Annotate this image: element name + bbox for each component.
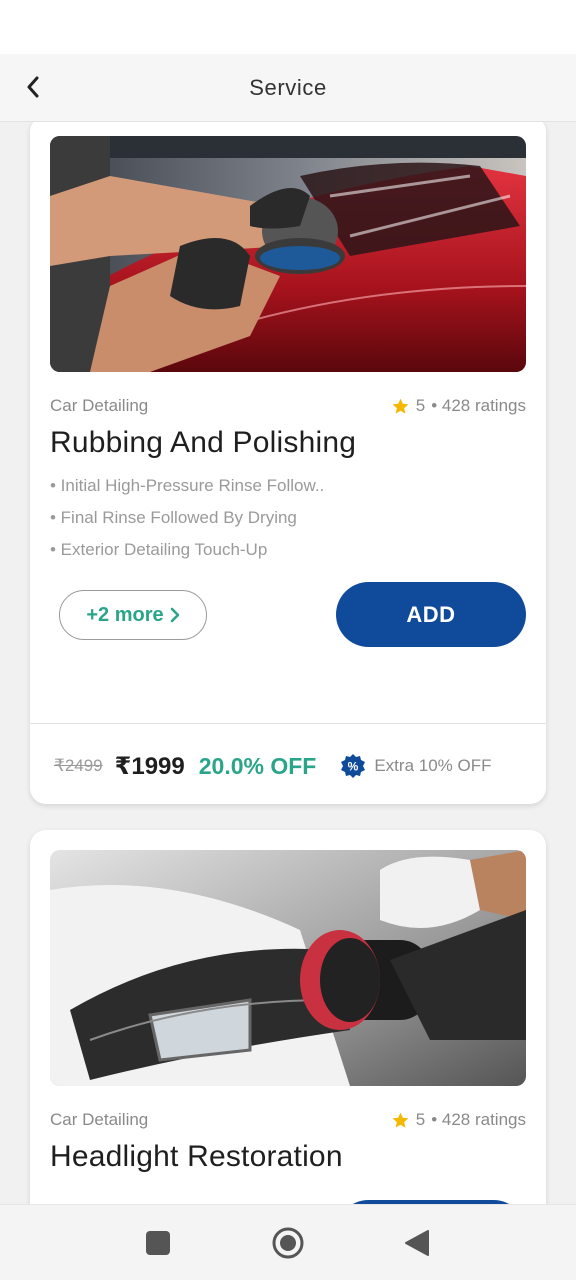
add-button[interactable]: ADD [336, 582, 526, 647]
svg-text:%: % [348, 760, 359, 774]
more-features-button[interactable]: +2 more [59, 590, 207, 640]
rating-count: • 428 ratings [431, 396, 526, 415]
service-card[interactable]: Car Detailing 5 • 428 ratings Headlight … [30, 830, 546, 1204]
star-icon [392, 1112, 409, 1128]
app-header: Service [0, 54, 576, 122]
triangle-back-icon[interactable] [404, 1229, 430, 1257]
rating-value: 5 [415, 396, 426, 415]
circle-icon[interactable] [272, 1227, 304, 1259]
feature-item: • Exterior Detailing Touch-Up [50, 540, 268, 559]
extra-offer-label: Extra 10% OFF [374, 756, 492, 775]
divider [30, 723, 546, 724]
chevron-left-icon [27, 76, 39, 98]
feature-list: • Initial High-Pressure Rinse Follow.. •… [50, 474, 526, 570]
category-label: Car Detailing [50, 1110, 149, 1129]
service-title: Rubbing And Polishing [50, 426, 357, 459]
price-row: ₹2499 ₹1999 20.0% OFF % Extra 10% OFF [54, 748, 534, 784]
rating-value: 5 [415, 1110, 426, 1129]
service-list[interactable]: Car Detailing 5 • 428 ratings Rubbing An… [0, 122, 576, 1204]
square-icon[interactable] [146, 1231, 170, 1255]
meta-row: Car Detailing 5 • 428 ratings [50, 1108, 526, 1132]
back-button[interactable] [18, 72, 48, 102]
rating-count: • 428 ratings [431, 1110, 526, 1129]
page-title: Service [249, 74, 327, 100]
system-nav-bar [0, 1204, 576, 1280]
more-label: +2 more [86, 603, 164, 626]
service-card[interactable]: Car Detailing 5 • 428 ratings Rubbing An… [30, 122, 546, 804]
headlight-polishing-photo [50, 850, 526, 1086]
feature-item: • Final Rinse Followed By Drying [50, 508, 297, 527]
current-price: ₹1999 [114, 752, 185, 780]
chevron-right-icon [170, 607, 179, 623]
discount-label: 20.0% OFF [198, 752, 317, 779]
service-title: Headlight Restoration [50, 1140, 343, 1173]
percent-badge-icon: % [341, 754, 366, 778]
status-bar [0, 0, 576, 54]
meta-row: Car Detailing 5 • 428 ratings [50, 394, 526, 418]
rating: 5 • 428 ratings [391, 396, 526, 416]
car-polishing-photo [50, 136, 526, 372]
rating: 5 • 428 ratings [391, 1110, 526, 1130]
star-icon [392, 398, 409, 414]
original-price: ₹2499 [54, 756, 103, 775]
category-label: Car Detailing [50, 396, 149, 415]
feature-item: • Initial High-Pressure Rinse Follow.. [50, 476, 325, 495]
